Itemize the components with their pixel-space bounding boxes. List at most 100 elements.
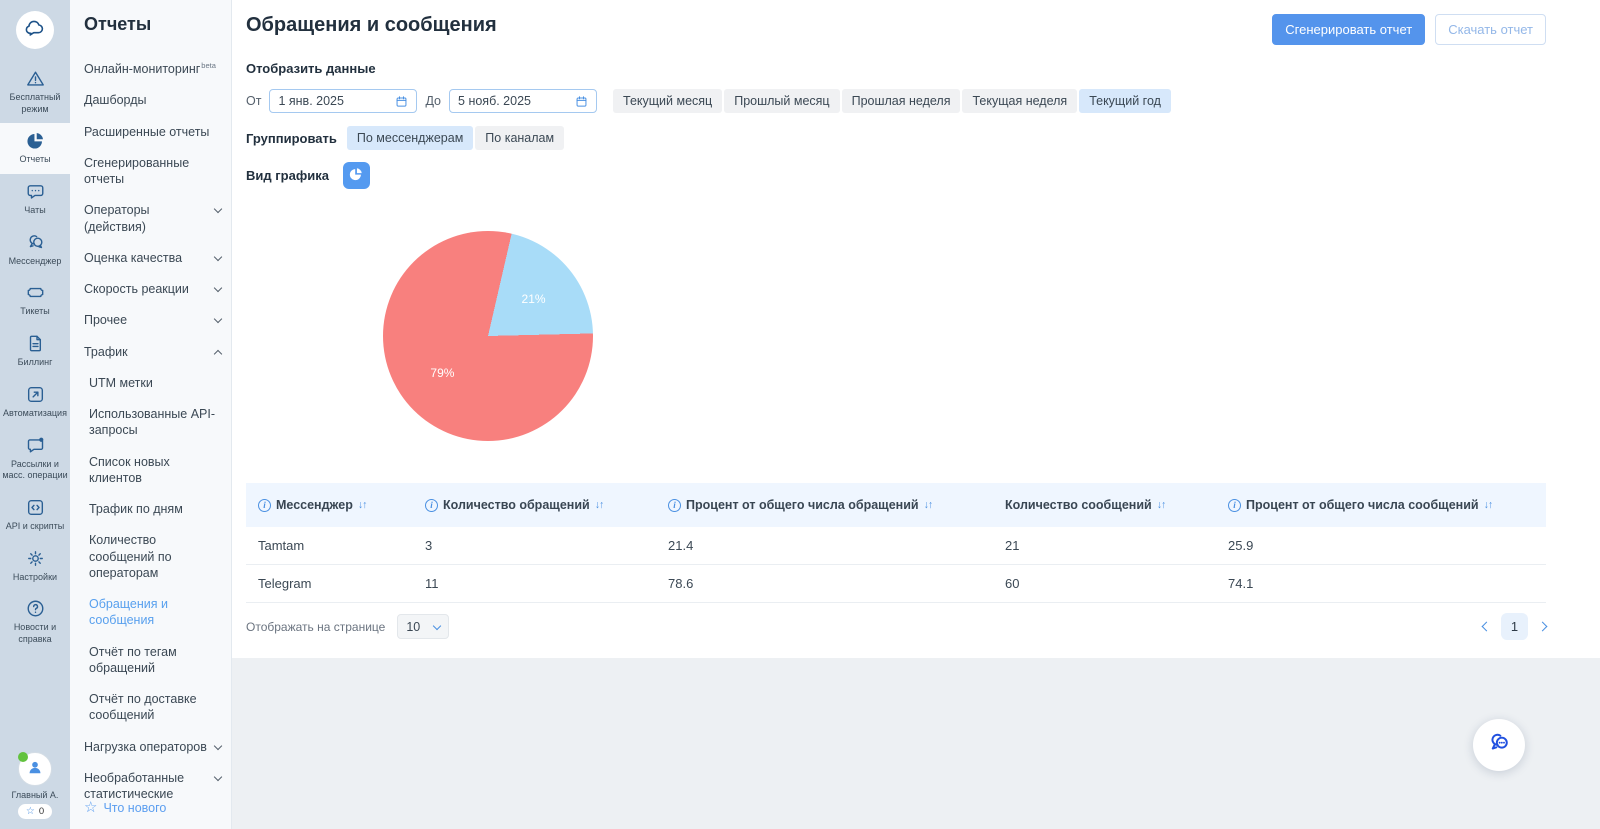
sidebar-item-label: Необработанные статистические данные <box>84 770 209 800</box>
report-content: Обращения и сообщения Сгенерировать отче… <box>232 0 1600 658</box>
sidebar-item-label: Нагрузка операторов <box>84 739 207 755</box>
column-label: Процент от общего числа обращений <box>686 498 919 512</box>
date-filter-row: От 1 янв. 2025 До 5 нояб. 2025 Текущий м… <box>246 89 1546 113</box>
column-header[interactable]: Количество сообщений↓↑ <box>993 490 1216 520</box>
sidebar-item[interactable]: Нагрузка операторов <box>84 739 231 755</box>
chevron-down-icon <box>214 253 222 261</box>
rail-item-label: Отчеты <box>19 154 50 166</box>
sidebar-item[interactable]: Прочее <box>84 312 231 328</box>
rail-item-news[interactable]: Новости и справка <box>0 591 70 653</box>
next-page-button[interactable] <box>1538 622 1548 632</box>
date-to-input[interactable]: 5 нояб. 2025 <box>449 89 597 113</box>
support-chat-button[interactable] <box>1473 719 1525 771</box>
sidebar-item[interactable]: Трафик <box>84 344 231 360</box>
sidebar-item[interactable]: Дашборды <box>84 92 231 108</box>
table-row[interactable]: Telegram1178.66074.1 <box>246 565 1546 603</box>
sidebar-item-label: Количество сообщений по операторам <box>89 532 221 581</box>
rail-item-billing[interactable]: Биллинг <box>0 326 70 377</box>
sidebar-item-label: Обращения и сообщения <box>89 596 221 629</box>
column-header[interactable]: iПроцент от общего числа обращений↓↑ <box>656 490 993 520</box>
column-label: Процент от общего числа сообщений <box>1246 498 1479 512</box>
sidebar-item[interactable]: Отчёт по доставке сообщений <box>84 691 231 724</box>
pie-slice-label: 21% <box>522 292 546 306</box>
table-cell: 21.4 <box>656 527 993 564</box>
per-page-select[interactable]: 10 <box>397 614 449 639</box>
sidebar-item[interactable]: UTM метки <box>84 375 231 391</box>
sidebar-item[interactable]: Операторы (действия) <box>84 202 231 235</box>
sidebar-item[interactable]: Сгенерированные отчеты <box>84 155 231 188</box>
chevron-down-icon <box>214 205 222 213</box>
quick-range-chip[interactable]: Текущий год <box>1079 89 1171 113</box>
pie-chart-container: 21% 79% <box>383 231 593 441</box>
sidebar-item[interactable]: Расширенные отчеты <box>84 124 231 140</box>
sidebar-item-label: Сгенерированные отчеты <box>84 155 221 188</box>
rail-item-messenger[interactable]: Мессенджер <box>0 225 70 276</box>
quick-range-chip[interactable]: Прошлая неделя <box>842 89 961 113</box>
column-header[interactable]: iПроцент от общего числа сообщений↓↑ <box>1216 490 1546 520</box>
rail-item-api[interactable]: API и скрипты <box>0 490 70 541</box>
download-report-button[interactable]: Скачать отчет <box>1435 14 1546 45</box>
topbar-actions: Сгенерировать отчет Скачать отчет <box>1272 14 1546 45</box>
table-row[interactable]: Tamtam321.42125.9 <box>246 527 1546 565</box>
app-logo[interactable] <box>16 11 54 49</box>
warning-icon <box>25 68 46 89</box>
sidebar-item[interactable]: Использованные API-запросы <box>84 406 231 439</box>
star-icon: ☆ <box>84 800 97 815</box>
sidebar-item[interactable]: Оценка качества <box>84 250 231 266</box>
sidebar-item[interactable]: Обращения и сообщения <box>84 596 231 629</box>
user-score-badge[interactable]: ☆ 0 <box>18 804 52 819</box>
rail-item-label: API и скрипты <box>6 521 64 533</box>
group-option-chip[interactable]: По мессенджерам <box>347 126 473 150</box>
quick-range-chip[interactable]: Текущий месяц <box>613 89 722 113</box>
sidebar-item-label: Использованные API-запросы <box>89 406 221 439</box>
current-page-button[interactable]: 1 <box>1501 613 1528 640</box>
info-icon: i <box>1228 499 1241 512</box>
sidebar-item[interactable]: Список новых клиентов <box>84 454 231 487</box>
page-background <box>232 658 1600 829</box>
group-option-chip[interactable]: По каналам <box>475 126 564 150</box>
sidebar-item[interactable]: Скорость реакции <box>84 281 231 297</box>
rail-item-broadcasts[interactable]: Рассылки и масс. операции <box>0 428 70 490</box>
pie-chart[interactable] <box>383 231 593 441</box>
rail-item-reports[interactable]: Отчеты <box>0 123 70 174</box>
pie-slice-label: 79% <box>430 366 454 380</box>
rail-item-settings[interactable]: Настройки <box>0 541 70 592</box>
sidebar-item-label: Отчёт по тегам обращений <box>89 644 221 677</box>
sort-icon: ↓↑ <box>358 499 367 511</box>
column-label: Количество сообщений <box>1005 498 1152 512</box>
chevron-down-icon <box>214 741 222 749</box>
user-avatar[interactable] <box>18 752 52 786</box>
quick-range-chip[interactable]: Текущая неделя <box>962 89 1077 113</box>
sidebar-item[interactable]: Онлайн-мониторингbeta <box>84 61 231 77</box>
sidebar-item[interactable]: Трафик по дням <box>84 501 231 517</box>
code-icon <box>25 497 46 518</box>
rail-item-free-mode[interactable]: Бесплатный режим <box>0 61 70 123</box>
sidebar-item[interactable]: Необработанные статистические данные <box>84 770 231 800</box>
table-cell: Telegram <box>246 565 413 602</box>
info-icon: i <box>425 499 438 512</box>
page-controls: 1 <box>1483 613 1546 640</box>
sidebar-item[interactable]: Отчёт по тегам обращений <box>84 644 231 677</box>
column-header[interactable]: iМессенджер↓↑ <box>246 490 413 520</box>
chevron-down-icon <box>214 315 222 323</box>
display-data-label: Отобразить данные <box>246 61 1546 76</box>
sidebar-item-label: UTM метки <box>89 375 153 391</box>
date-from-input[interactable]: 1 янв. 2025 <box>269 89 417 113</box>
rail-item-chats[interactable]: Чаты <box>0 174 70 225</box>
sidebar-item[interactable]: Количество сообщений по операторам <box>84 532 231 581</box>
rail-item-label: Бесплатный режим <box>2 92 68 115</box>
rail-item-tickets[interactable]: Тикеты <box>0 275 70 326</box>
quick-range-chip[interactable]: Прошлый месяц <box>724 89 839 113</box>
prev-page-button[interactable] <box>1482 622 1492 632</box>
table-cell: 78.6 <box>656 565 993 602</box>
generate-report-button[interactable]: Сгенерировать отчет <box>1272 14 1425 45</box>
rail-item-label: Биллинг <box>18 357 53 369</box>
whats-new-link[interactable]: ☆ Что нового <box>84 800 231 815</box>
table-cell: 74.1 <box>1216 565 1546 602</box>
page-title: Обращения и сообщения <box>246 14 497 37</box>
column-header[interactable]: iКоличество обращений↓↑ <box>413 490 656 520</box>
pie-chart-type-button[interactable] <box>343 162 370 189</box>
sidebar-item-label: Трафик <box>84 344 128 360</box>
rail-item-automation[interactable]: Автоматизация <box>0 377 70 428</box>
icon-rail: Бесплатный режим Отчеты ЧатыМессенджерТике… <box>0 0 70 829</box>
